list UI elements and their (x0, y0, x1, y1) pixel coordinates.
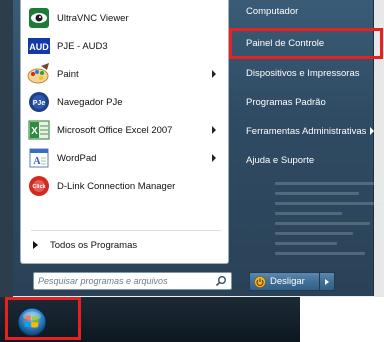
taskbar-right-area (300, 297, 384, 342)
submenu-arrow-icon (212, 70, 216, 78)
program-label: Paint (57, 68, 79, 80)
svg-text:X: X (31, 126, 38, 137)
program-item-ultravnc[interactable]: UltraVNC Viewer (27, 4, 224, 32)
eye-icon (27, 6, 51, 30)
program-item-dlink[interactable]: Click D-Link Connection Manager (27, 172, 224, 200)
search-input[interactable] (34, 273, 211, 289)
all-programs-button[interactable]: Todos os Programas (29, 234, 224, 256)
excel-icon: X (27, 118, 51, 142)
program-item-navegador-pje[interactable]: PJe Navegador PJe (27, 88, 224, 116)
link-ajuda-e-suporte[interactable]: Ajuda e Suporte (243, 148, 383, 172)
link-label: Ferramentas Administrativas (246, 125, 367, 137)
link-label: Programas Padrão (246, 96, 326, 108)
dlink-icon: Click (27, 174, 51, 198)
program-label: Microsoft Office Excel 2007 (57, 124, 173, 136)
program-label: WordPad (57, 152, 97, 164)
link-label: Computador (246, 5, 299, 17)
shutdown-options-button[interactable] (319, 272, 335, 291)
search-box (33, 272, 232, 290)
desktop-left-strip (0, 0, 13, 300)
background-document-ghost (275, 175, 384, 265)
program-item-wordpad[interactable]: A WordPad (27, 144, 224, 172)
pje-icon-text: PJe (33, 100, 46, 107)
link-ferramentas-administrativas[interactable]: Ferramentas Administrativas (243, 119, 383, 143)
shutdown-label: Desligar (270, 276, 305, 287)
svg-text:A: A (33, 156, 41, 167)
link-programas-padrao[interactable]: Programas Padrão (243, 90, 383, 114)
program-item-paint[interactable]: Paint (27, 60, 224, 88)
power-icon (254, 275, 266, 288)
submenu-arrow-icon (370, 127, 375, 135)
submenu-arrow-icon (212, 154, 216, 162)
pje-icon: PJe (27, 90, 51, 114)
program-list-divider (31, 230, 221, 231)
shutdown-control: Desligar (249, 272, 340, 291)
program-label: D-Link Connection Manager (57, 180, 176, 192)
program-label: PJE - AUD3 (57, 40, 108, 52)
paint-icon (27, 62, 51, 86)
link-label: Dispositivos e Impressoras (246, 67, 360, 79)
link-dispositivos-impressoras[interactable]: Dispositivos e Impressoras (243, 61, 383, 85)
program-label: UltraVNC Viewer (57, 12, 129, 24)
program-list-pane: UltraVNC Viewer AUD PJE - AUD3 Paint PJe… (20, 0, 229, 264)
dlink-icon-text: Click (32, 184, 46, 190)
program-label: Navegador PJe (57, 96, 123, 108)
search-icon[interactable] (211, 273, 231, 289)
aud-icon: AUD (27, 34, 51, 58)
aud-icon-text: AUD (29, 42, 49, 52)
submenu-arrow-icon (212, 126, 216, 134)
expand-arrow-icon (33, 241, 38, 249)
link-computador[interactable]: Computador (243, 0, 383, 22)
program-item-excel-2007[interactable]: X Microsoft Office Excel 2007 (27, 116, 224, 144)
highlight-box-start (5, 297, 81, 340)
program-item-pje-aud3[interactable]: AUD PJE - AUD3 (27, 32, 224, 60)
chevron-right-icon (325, 278, 329, 285)
wordpad-icon: A (27, 146, 51, 170)
shutdown-button[interactable]: Desligar (249, 272, 319, 291)
highlight-box-painel (229, 28, 383, 59)
link-label: Ajuda e Suporte (246, 154, 315, 166)
all-programs-label: Todos os Programas (50, 239, 138, 251)
